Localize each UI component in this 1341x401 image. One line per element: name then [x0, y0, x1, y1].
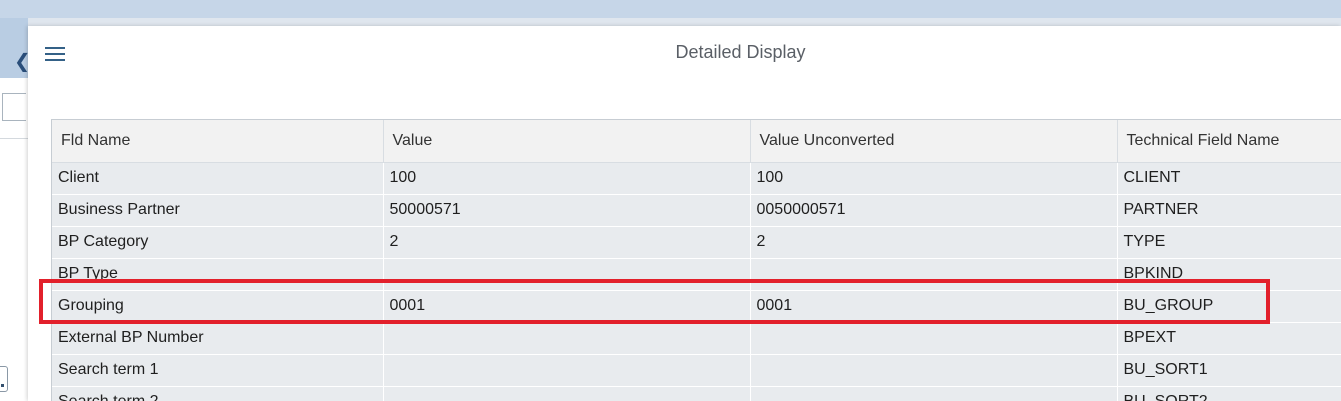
column-header-value[interactable]: Value — [383, 120, 751, 163]
cell-technical-field-name: PARTNER — [1117, 194, 1341, 227]
cell-value — [383, 386, 751, 401]
table-row[interactable]: Search term 2 BU_SORT2 — [52, 386, 1341, 401]
cell-technical-field-name: BU_GROUP — [1117, 290, 1341, 323]
background-header: ❮ — [0, 18, 28, 78]
screen: ❮ Detailed Display Fld Name Value Value … — [0, 0, 1341, 401]
cell-value-unconverted — [750, 258, 1118, 291]
cell-value: 0001 — [383, 290, 751, 323]
cell-technical-field-name: BPKIND — [1117, 258, 1341, 291]
background-panel — [0, 78, 28, 401]
cell-field-name: Grouping — [52, 290, 384, 323]
background-icon-button[interactable] — [0, 366, 8, 392]
cell-value — [383, 322, 751, 355]
cell-value — [383, 354, 751, 387]
column-header-field-name[interactable]: Fld Name — [52, 120, 384, 163]
cell-field-name: Search term 2 — [52, 386, 384, 401]
table-row-grouping[interactable]: Grouping 0001 0001 BU_GROUP — [52, 290, 1341, 323]
detailed-display-dialog: Detailed Display Fld Name Value Value Un… — [28, 26, 1341, 401]
detail-table: Fld Name Value Value Unconverted Technic… — [51, 119, 1341, 401]
cell-value-unconverted — [750, 386, 1118, 401]
background-input-field[interactable] — [2, 93, 26, 121]
cell-field-name: Search term 1 — [52, 354, 384, 387]
table-header-row: Fld Name Value Value Unconverted Technic… — [52, 120, 1341, 163]
chevron-left-icon[interactable]: ❮ — [14, 52, 28, 72]
cell-field-name: Client — [52, 162, 384, 195]
cell-value-unconverted: 2 — [750, 226, 1118, 259]
cell-field-name: BP Type — [52, 258, 384, 291]
cell-value — [383, 258, 751, 291]
cell-value: 100 — [383, 162, 751, 195]
cell-technical-field-name: BU_SORT1 — [1117, 354, 1341, 387]
dialog-title: Detailed Display — [675, 42, 806, 62]
cell-value-unconverted: 100 — [750, 162, 1118, 195]
cell-field-name: BP Category — [52, 226, 384, 259]
background-shell-bar — [0, 0, 1341, 18]
cell-field-name: Business Partner — [52, 194, 384, 227]
table-row[interactable]: BP Category 2 2 TYPE — [52, 226, 1341, 259]
cell-technical-field-name: BPEXT — [1117, 322, 1341, 355]
cell-value: 2 — [383, 226, 751, 259]
table-row[interactable]: External BP Number BPEXT — [52, 322, 1341, 355]
cell-technical-field-name: TYPE — [1117, 226, 1341, 259]
table-row[interactable]: Business Partner 50000571 0050000571 PAR… — [52, 194, 1341, 227]
cell-field-name: External BP Number — [52, 322, 384, 355]
dialog-header: Detailed Display — [28, 26, 1341, 82]
table-row[interactable]: Client 100 100 CLIENT — [52, 162, 1341, 195]
cell-value-unconverted — [750, 354, 1118, 387]
cell-value: 50000571 — [383, 194, 751, 227]
cell-value-unconverted — [750, 322, 1118, 355]
column-header-value-unconverted[interactable]: Value Unconverted — [750, 120, 1118, 163]
cell-value-unconverted: 0050000571 — [750, 194, 1118, 227]
table-row[interactable]: Search term 1 BU_SORT1 — [52, 354, 1341, 387]
column-header-technical-field-name[interactable]: Technical Field Name — [1117, 120, 1341, 163]
cell-technical-field-name: CLIENT — [1117, 162, 1341, 195]
background-divider — [0, 138, 28, 139]
cell-technical-field-name: BU_SORT2 — [1117, 386, 1341, 401]
cell-value-unconverted: 0001 — [750, 290, 1118, 323]
table-row[interactable]: BP Type BPKIND — [52, 258, 1341, 291]
